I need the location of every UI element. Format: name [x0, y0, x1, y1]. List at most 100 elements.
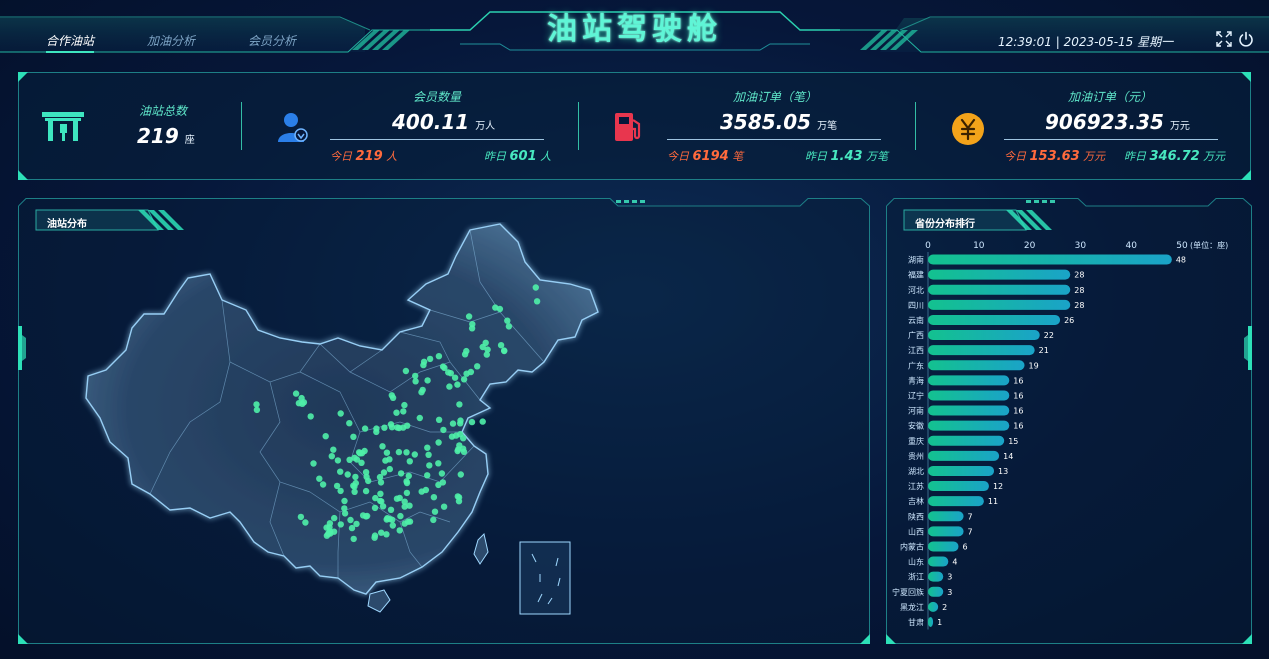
bar[interactable] — [928, 511, 964, 522]
bar[interactable] — [928, 450, 1000, 461]
power-icon[interactable] — [1238, 31, 1254, 47]
station-marker[interactable] — [505, 323, 513, 330]
station-marker[interactable] — [253, 401, 260, 408]
bar[interactable] — [928, 405, 1010, 416]
station-marker[interactable] — [388, 392, 395, 399]
bar[interactable] — [928, 269, 1071, 280]
station-marker[interactable] — [328, 453, 335, 460]
bar[interactable] — [928, 345, 1035, 356]
station-marker[interactable] — [457, 420, 464, 427]
station-marker[interactable] — [397, 512, 404, 520]
station-marker[interactable] — [386, 515, 393, 523]
station-marker[interactable] — [411, 451, 418, 458]
station-marker[interactable] — [426, 355, 434, 363]
station-marker[interactable] — [441, 364, 448, 371]
station-marker[interactable] — [396, 494, 403, 502]
station-marker[interactable] — [373, 425, 380, 432]
station-marker[interactable] — [310, 460, 317, 467]
station-marker[interactable] — [337, 410, 344, 417]
station-marker[interactable] — [463, 370, 470, 377]
station-marker[interactable] — [416, 414, 423, 422]
bar[interactable] — [928, 556, 949, 567]
bar[interactable] — [928, 586, 944, 597]
station-marker[interactable] — [461, 351, 469, 358]
station-marker[interactable] — [334, 457, 342, 464]
station-marker[interactable] — [401, 401, 408, 409]
station-marker[interactable] — [352, 473, 359, 481]
bar[interactable] — [928, 465, 995, 476]
bar[interactable] — [928, 435, 1005, 446]
station-marker[interactable] — [431, 508, 439, 515]
station-marker[interactable] — [297, 513, 305, 521]
station-marker[interactable] — [435, 439, 442, 446]
station-marker[interactable] — [322, 433, 329, 440]
station-marker[interactable] — [533, 298, 541, 305]
station-marker[interactable] — [404, 422, 411, 429]
station-marker[interactable] — [424, 472, 431, 479]
fullscreen-icon[interactable] — [1216, 31, 1232, 47]
station-marker[interactable] — [379, 443, 386, 450]
station-marker[interactable] — [454, 447, 461, 455]
bar[interactable] — [928, 571, 944, 582]
station-marker[interactable] — [532, 284, 539, 291]
station-marker[interactable] — [402, 367, 410, 375]
station-marker[interactable] — [456, 442, 463, 449]
station-marker[interactable] — [405, 472, 412, 480]
station-marker[interactable] — [412, 378, 419, 385]
station-marker[interactable] — [337, 468, 344, 475]
bar[interactable] — [928, 601, 939, 612]
station-marker[interactable] — [316, 475, 323, 482]
station-marker[interactable] — [307, 413, 314, 420]
station-marker[interactable] — [457, 431, 464, 438]
station-marker[interactable] — [371, 532, 379, 539]
station-marker[interactable] — [381, 424, 388, 431]
station-marker[interactable] — [393, 409, 400, 416]
station-marker[interactable] — [377, 479, 385, 486]
station-marker[interactable] — [347, 516, 354, 524]
station-marker[interactable] — [403, 449, 410, 456]
station-marker[interactable] — [420, 358, 428, 365]
station-marker[interactable] — [363, 473, 370, 481]
station-marker[interactable] — [448, 433, 456, 440]
station-marker[interactable] — [350, 433, 357, 440]
station-marker[interactable] — [323, 524, 330, 531]
station-marker[interactable] — [371, 504, 379, 512]
station-marker[interactable] — [418, 488, 425, 495]
station-marker[interactable] — [455, 498, 463, 505]
station-marker[interactable] — [396, 527, 403, 534]
station-marker[interactable] — [424, 377, 431, 384]
station-marker[interactable] — [435, 416, 443, 423]
station-marker[interactable] — [449, 420, 457, 427]
station-marker[interactable] — [359, 512, 367, 519]
station-marker[interactable] — [331, 514, 338, 522]
station-marker[interactable] — [496, 305, 504, 313]
station-marker[interactable] — [424, 444, 431, 451]
station-marker[interactable] — [292, 390, 300, 397]
bar[interactable] — [928, 616, 934, 627]
station-marker[interactable] — [438, 470, 446, 477]
station-marker[interactable] — [440, 503, 448, 510]
station-marker[interactable] — [501, 347, 508, 354]
bar[interactable] — [928, 420, 1010, 431]
bar[interactable] — [928, 481, 989, 492]
bar[interactable] — [928, 541, 959, 552]
bar[interactable] — [928, 284, 1071, 295]
station-marker[interactable] — [387, 421, 395, 428]
bar[interactable] — [928, 360, 1025, 371]
station-marker[interactable] — [425, 451, 432, 458]
station-marker[interactable] — [300, 399, 308, 406]
station-marker[interactable] — [383, 449, 391, 456]
station-marker[interactable] — [386, 465, 393, 473]
station-marker[interactable] — [352, 479, 359, 487]
station-marker[interactable] — [456, 401, 463, 408]
station-marker[interactable] — [327, 530, 334, 537]
station-marker[interactable] — [406, 458, 413, 465]
bar[interactable] — [928, 254, 1172, 265]
station-marker[interactable] — [341, 505, 348, 512]
station-marker[interactable] — [468, 418, 476, 426]
bar[interactable] — [928, 299, 1071, 310]
station-marker[interactable] — [330, 446, 337, 453]
station-marker[interactable] — [460, 376, 468, 383]
station-marker[interactable] — [504, 317, 511, 324]
bar[interactable] — [928, 496, 984, 507]
